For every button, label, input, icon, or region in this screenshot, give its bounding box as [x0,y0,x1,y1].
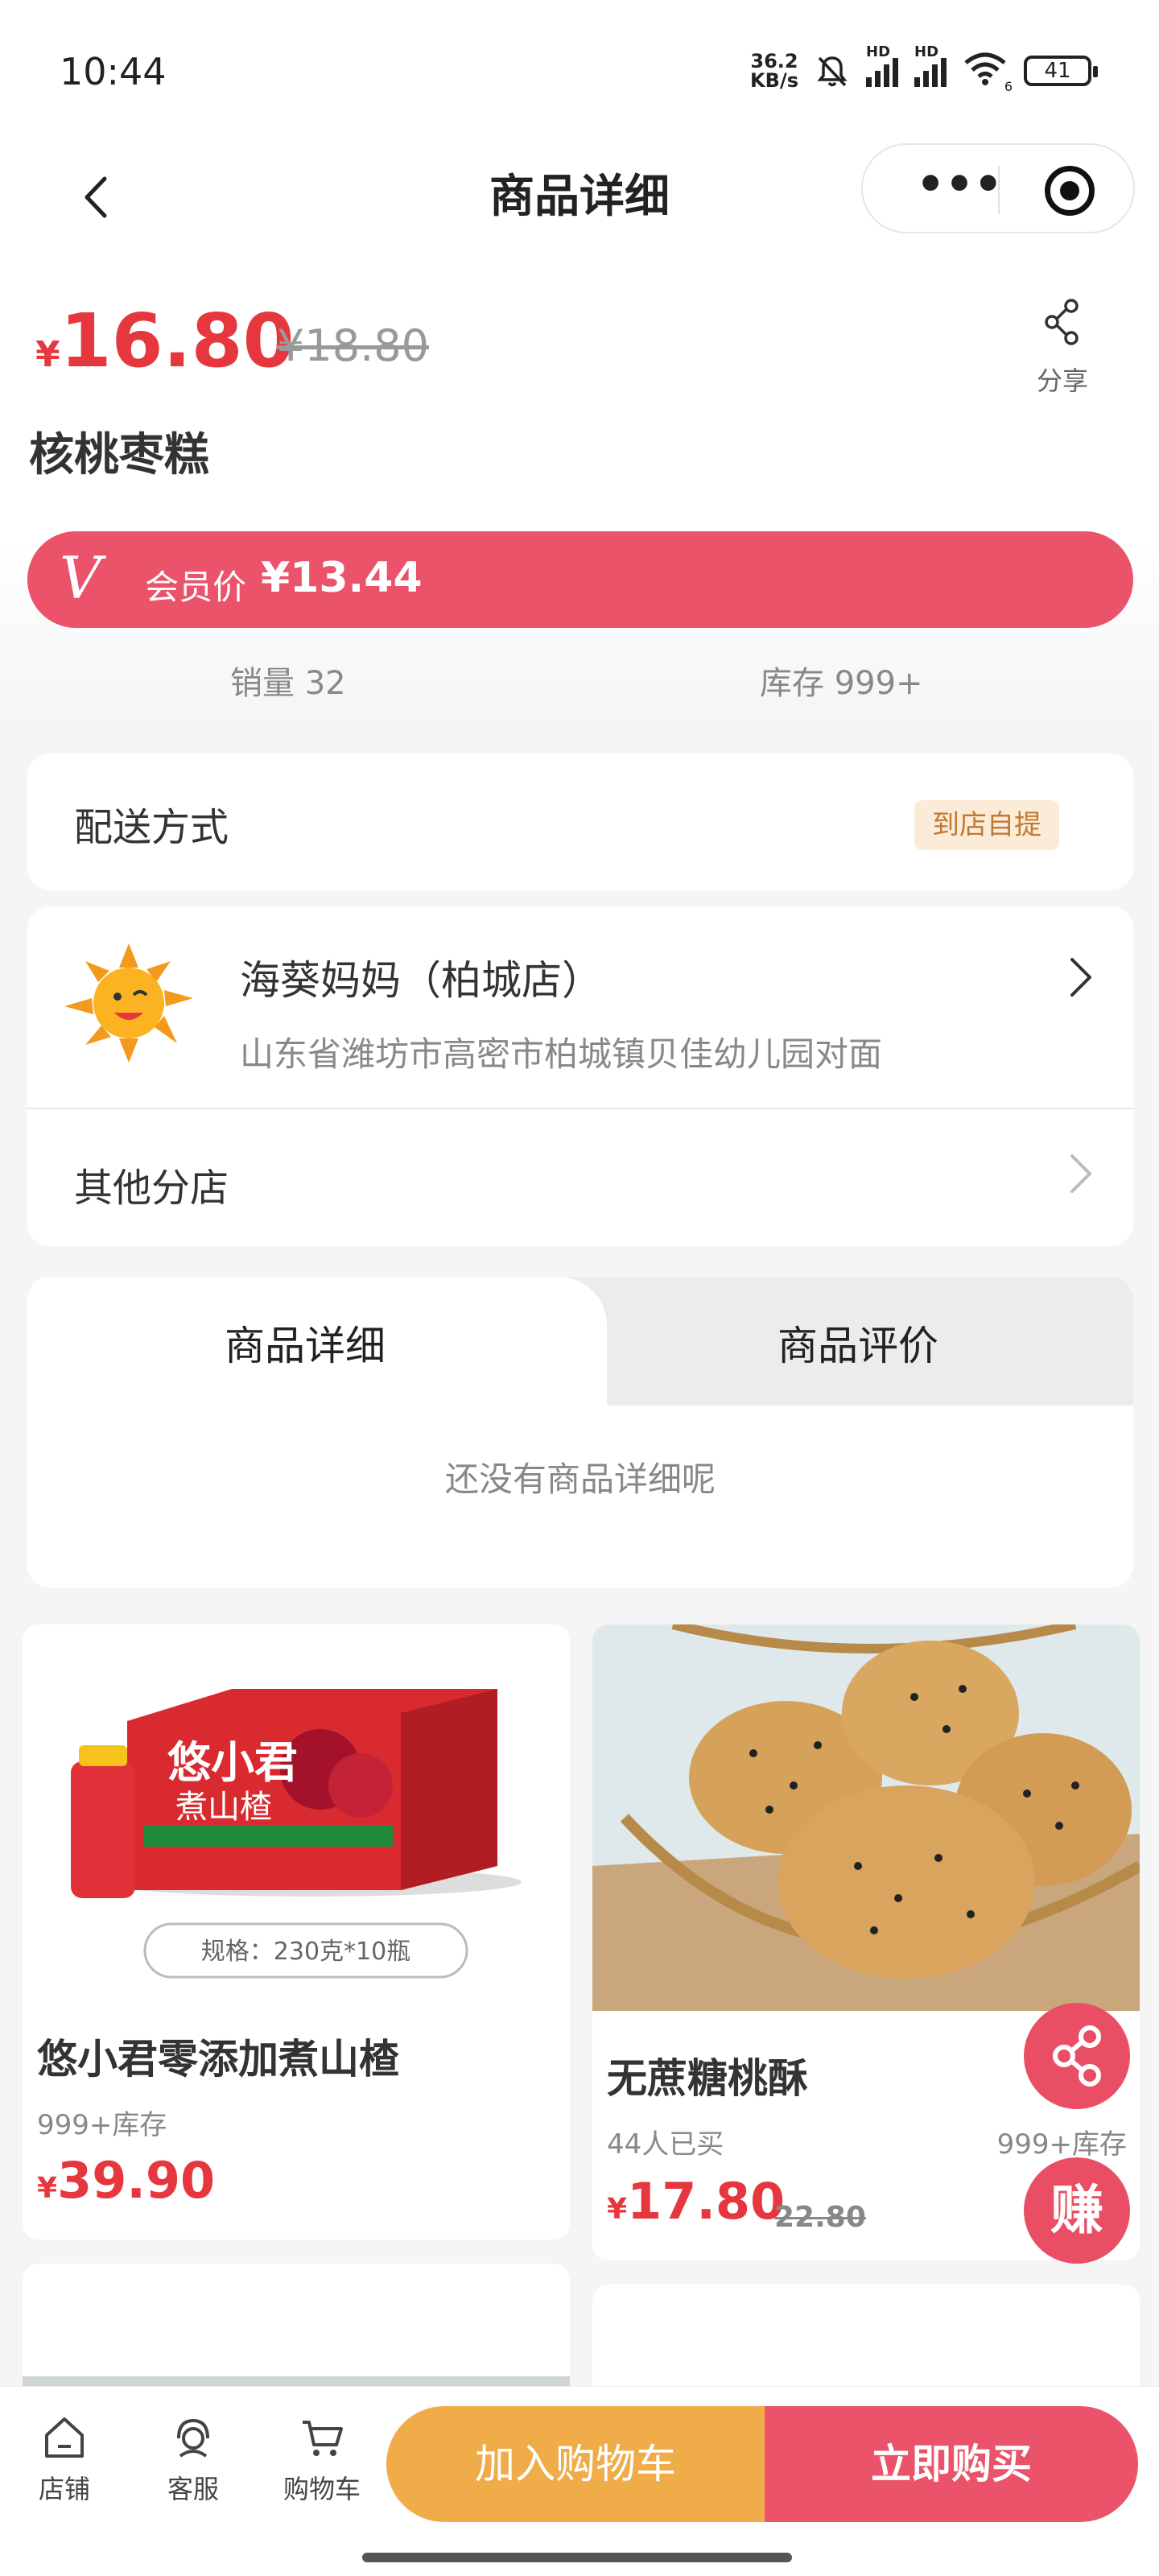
earn-fab[interactable]: 赚 [1024,2157,1130,2264]
status-bar: 10:44 36.2 KB/s HD HD 6 41 [0,0,1159,137]
signal-1: HD [866,43,898,87]
currency-symbol: ¥ [607,2193,628,2226]
detail-tabs-card: 商品详细 商品评价 还没有商品详细呢 [27,1277,1133,1587]
shop-icon [45,2417,84,2458]
image-sub-text: 煮山楂 [175,1789,272,1826]
service-button[interactable]: 客服 [145,2414,241,2506]
other-branches-label[interactable]: 其他分店 [74,1156,229,1212]
current-price: ¥16.80 [35,298,295,384]
price-value: 39.90 [57,2151,216,2210]
member-price: ¥13.44 [261,554,423,602]
product-image-hawthorn: 悠小君 煮山楂 规格：230克*10瓶 [23,1624,570,2011]
product-name: 无蔗糖桃酥 [607,2055,808,2102]
store-name[interactable]: 海葵妈妈（柏城店） [240,948,602,1006]
bottom-action-bar: 店铺 客服 购物车 加入购物车 立即购买 [0,2386,1159,2576]
member-price-label: 会员价 [145,568,247,607]
recommend-product-card[interactable]: 悠小君 煮山楂 规格：230克*10瓶 悠小君零添加煮山楂 999+库存 ¥39… [23,1624,570,2240]
store-address: 山东省潍坊市高密市柏城镇贝佳幼儿园对面 [240,1034,883,1074]
mini-program-capsule: ••• [861,143,1135,233]
original-price: ¥18.80 [277,320,429,371]
vip-v-icon: V [60,544,101,612]
tab-detail[interactable]: 商品详细 [27,1314,583,1372]
net-speed-unit: KB/s [750,68,798,92]
sales-count: 销量 32 [230,665,346,702]
share-icon [1045,299,1079,345]
product-stock: 999+库存 [996,2128,1127,2161]
capsule-divider [998,166,1000,214]
image-spec-text: 规格：230克*10瓶 [201,1938,410,1966]
cart-button[interactable]: 购物车 [274,2414,370,2506]
net-speed: 36.2 KB/s [750,52,798,90]
status-time: 10:44 [60,50,167,93]
price-value: 17.80 [627,2172,786,2231]
currency-symbol: ¥ [35,334,60,375]
share-fab[interactable] [1024,2003,1130,2109]
image-brand-text: 悠小君 [167,1737,298,1788]
customer-service-icon [177,2418,209,2458]
shop-label: 店铺 [38,2474,90,2504]
currency-symbol: ¥ [37,2172,58,2205]
divider [27,1108,1133,1109]
delivery-card: 配送方式 到店自提 [27,753,1133,890]
price-value: 16.80 [60,298,295,384]
home-indicator [362,2553,792,2562]
share-button[interactable]: 分享 [1022,298,1103,398]
chevron-right-icon[interactable] [1064,952,1096,1003]
signal-2: HD [914,43,947,87]
mute-bell-icon [817,56,848,86]
empty-detail-text: 还没有商品详细呢 [444,1459,716,1499]
cart-label: 购物车 [283,2474,361,2504]
hd-badge: HD [914,43,939,60]
add-to-cart-button[interactable]: 加入购物车 [386,2406,765,2522]
wifi-icon [964,52,1006,85]
product-price: ¥17.80 [607,2172,785,2231]
close-target-icon[interactable] [1045,166,1095,216]
product-image-peach-cake [592,1624,1140,2011]
wifi: 6 [963,50,1013,94]
tab-content: 还没有商品详细呢 [27,1406,1133,1587]
hd-badge: HD [866,43,891,60]
delivery-tag[interactable]: 到店自提 [914,800,1059,850]
chevron-right-icon[interactable] [1064,1148,1096,1199]
nav-bar: 商品详细 ••• [0,137,1159,258]
product-name: 核桃枣糕 [29,429,209,481]
net-speed-value: 36.2 [750,49,798,72]
member-price-bar: V 会员价 ¥13.44 [27,531,1133,628]
status-icons: 36.2 KB/s HD HD 6 41 [750,43,1098,94]
product-name: 悠小君零添加煮山楂 [37,2036,399,2083]
cart-icon [303,2421,343,2456]
tab-review[interactable]: 商品评价 [583,1314,1133,1372]
price-section: ¥16.80 ¥18.80 分享 核桃枣糕 V 会员价 ¥13.44 销量 32… [0,258,1159,724]
delivery-label: 配送方式 [74,805,229,850]
product-stock: 999+库存 [37,2109,167,2141]
store-card: 海葵妈妈（柏城店） 山东省潍坊市高密市柏城镇贝佳幼儿园对面 其他分店 [27,906,1133,1246]
wifi-badge: 6 [1004,79,1013,94]
store-logo [64,943,193,1063]
battery-icon: 41 [1024,55,1098,86]
share-icon [1053,2025,1101,2087]
buy-now-button[interactable]: 立即购买 [765,2406,1138,2522]
product-sold-count: 44人已买 [607,2128,724,2161]
service-label: 客服 [167,2474,219,2504]
product-old-price: 22.80 [774,2201,866,2234]
product-price: ¥39.90 [37,2151,215,2210]
stock-count: 库存 999+ [760,665,923,702]
shop-button[interactable]: 店铺 [16,2414,113,2506]
share-label: 分享 [1036,365,1088,396]
